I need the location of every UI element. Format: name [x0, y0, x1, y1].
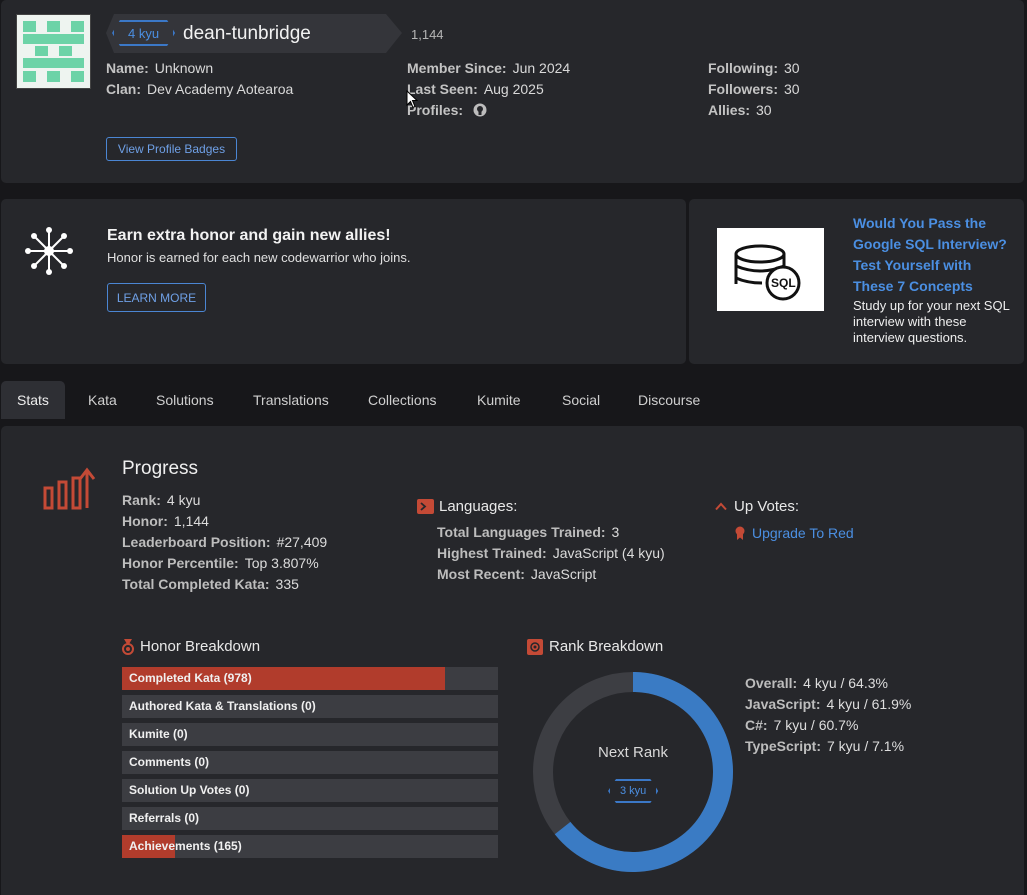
leaderboard-stat: Leaderboard Position: #27,409: [122, 534, 328, 550]
sql-label: SQL: [771, 276, 796, 290]
following-field[interactable]: Following: 30: [708, 60, 800, 76]
network-icon: [25, 227, 73, 275]
avatar[interactable]: [16, 14, 91, 89]
view-profile-badges-button[interactable]: View Profile Badges: [106, 137, 237, 161]
allies-field[interactable]: Allies: 30: [708, 102, 772, 118]
mouse-cursor-icon: [406, 90, 418, 109]
last-seen-field: Last Seen: Aug 2025: [407, 81, 544, 97]
profiles-field: Profiles:: [407, 102, 487, 120]
rank-progress-arc: [554, 672, 733, 872]
honor-count: 1,144: [411, 27, 444, 42]
tab-kata[interactable]: Kata: [72, 381, 133, 419]
honor-breakdown-row: Completed Kata (978): [122, 667, 498, 690]
next-rank-badge: 3 kyu: [608, 779, 658, 803]
terminal-icon: [417, 499, 434, 514]
ribbon-icon: [735, 526, 745, 540]
ad-description: Study up for your next SQL interview wit…: [853, 298, 1010, 345]
javascript-rank-stat: JavaScript: 4 kyu / 61.9%: [745, 696, 912, 712]
languages-stats: Total Languages Trained: 3 Highest Traine…: [437, 522, 665, 585]
followers-field[interactable]: Followers: 30: [708, 81, 800, 97]
ad-title-link[interactable]: Would You Pass the Google SQL Interview?…: [853, 213, 1013, 297]
name-field: Name: Unknown: [106, 60, 214, 76]
clan-field: Clan: Dev Academy Aotearoa: [106, 81, 294, 97]
honor-breakdown-label: Completed Kata (978): [129, 671, 252, 685]
tab-solutions[interactable]: Solutions: [140, 381, 230, 419]
honor-breakdown-label: Comments (0): [129, 755, 210, 769]
rank-stat: Rank: 4 kyu: [122, 492, 201, 508]
learn-more-button[interactable]: LEARN MORE: [107, 283, 206, 312]
github-icon[interactable]: [473, 103, 487, 120]
avatar-identicon: [17, 15, 90, 88]
overall-rank-stat: Overall: 4 kyu / 64.3%: [745, 675, 888, 691]
rank-breakdown-title: Rank Breakdown: [549, 638, 664, 655]
honor-breakdown-label: Authored Kata & Translations (0): [129, 699, 316, 713]
honor-breakdown-row: Referrals (0): [122, 807, 498, 830]
progress-title: Progress: [122, 458, 199, 479]
username: dean-tunbridge: [183, 23, 311, 44]
honor-breakdown-row: Authored Kata & Translations (0): [122, 695, 498, 718]
member-since-field: Member Since: Jun 2024: [407, 60, 571, 76]
tab-discourse[interactable]: Discourse: [622, 381, 716, 419]
next-rank-label: Next Rank: [597, 744, 669, 761]
target-icon: [527, 639, 543, 655]
banner-subtitle: Honor is earned for each new codewarrior…: [107, 250, 411, 265]
tab-translations[interactable]: Translations: [237, 381, 345, 419]
rank-breakdown-stats: Overall: 4 kyu / 64.3% JavaScript: 4 kyu /…: [745, 673, 911, 757]
honor-breakdown-label: Solution Up Votes (0): [129, 783, 250, 797]
honor-breakdown-row: Achievements (165): [122, 835, 498, 858]
sql-ad-image[interactable]: SQL: [717, 228, 824, 311]
referral-banner: [1, 199, 686, 364]
banner-title: Earn extra honor and gain new allies!: [107, 227, 391, 244]
tab-collections[interactable]: Collections: [352, 381, 452, 419]
upgrade-to-red-link[interactable]: Upgrade To Red: [752, 525, 854, 541]
most-recent-stat: Most Recent: JavaScript: [437, 566, 597, 582]
completed-kata-stat: Total Completed Kata: 335: [122, 576, 299, 592]
languages-title: Languages:: [439, 498, 518, 515]
tab-kumite[interactable]: Kumite: [461, 381, 537, 419]
tab-social[interactable]: Social: [546, 381, 616, 419]
rank-badge: 4 kyu: [112, 20, 175, 46]
rank-progress-donut: [533, 672, 733, 872]
honor-breakdown-row: Solution Up Votes (0): [122, 779, 498, 802]
typescript-rank-stat: TypeScript: 7 kyu / 7.1%: [745, 738, 905, 754]
honor-breakdown-label: Referrals (0): [129, 811, 200, 825]
upvotes-title: Up Votes:: [734, 498, 800, 515]
honor-breakdown-label: Kumite (0): [129, 727, 188, 741]
medal-icon: [122, 639, 134, 655]
honor-breakdown-title: Honor Breakdown: [140, 638, 261, 655]
csharp-rank-stat: C#: 7 kyu / 60.7%: [745, 717, 859, 733]
progress-stats: Rank: 4 kyu Honor: 1,144 Leaderboard Posit…: [122, 490, 327, 595]
honor-breakdown-row: Comments (0): [122, 751, 498, 774]
honor-stat: Honor: 1,144: [122, 513, 209, 529]
chevron-up-icon: [715, 502, 727, 511]
honor-breakdown-label: Achievements (165): [129, 839, 242, 853]
honor-breakdown-row: Kumite (0): [122, 723, 498, 746]
languages-trained-stat: Total Languages Trained: 3: [437, 524, 620, 540]
percentile-stat: Honor Percentile: Top 3.807%: [122, 555, 319, 571]
progress-chart-icon: [43, 467, 96, 510]
highest-trained-stat: Highest Trained: JavaScript (4 kyu): [437, 545, 665, 561]
tab-stats[interactable]: Stats: [1, 381, 65, 419]
